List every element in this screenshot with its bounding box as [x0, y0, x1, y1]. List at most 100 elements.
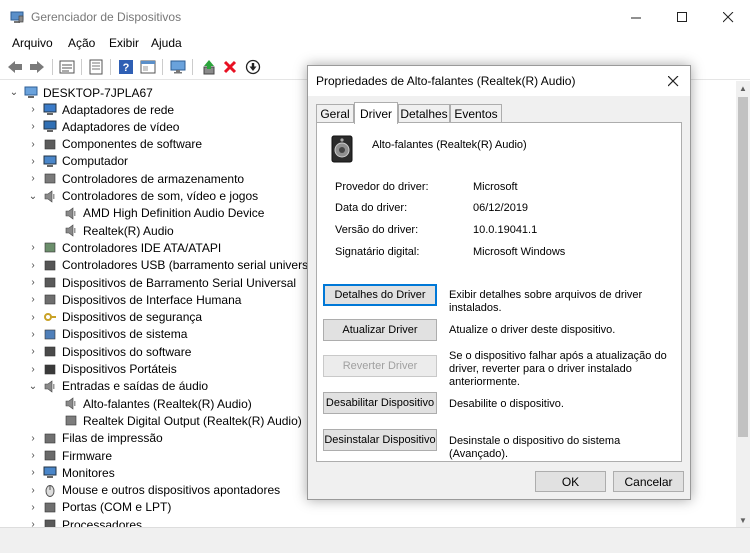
- tree-child-item[interactable]: Realtek Digital Output (Realtek(R) Audio…: [64, 412, 302, 429]
- tab-detalhes[interactable]: Detalhes: [398, 104, 450, 123]
- tree-root[interactable]: ⌄ DESKTOP-7JPLA67: [8, 84, 153, 101]
- tree-child-item[interactable]: AMD High Definition Audio Device: [64, 205, 264, 222]
- chevron-right-icon[interactable]: ›: [27, 259, 39, 271]
- chevron-down-icon[interactable]: ⌄: [27, 380, 39, 392]
- tab-eventos[interactable]: Eventos: [450, 104, 502, 123]
- scan-hardware-button[interactable]: [243, 57, 263, 77]
- tree-item-label: Firmware: [62, 448, 112, 463]
- toolbar-separator: [52, 59, 53, 75]
- tree-category-item[interactable]: › Controladores IDE ATA/ATAPI: [27, 239, 221, 256]
- close-icon: [667, 75, 678, 86]
- portable-device-icon: [44, 364, 56, 374]
- tree-item-label: Controladores de armazenamento: [62, 171, 245, 186]
- disable-device-button[interactable]: Desabilitar Dispositivo: [323, 392, 437, 414]
- menu-acao[interactable]: Ação: [68, 36, 95, 50]
- minimize-button[interactable]: [613, 0, 659, 34]
- tree-category-item[interactable]: ⌄ Entradas e saídas de áudio: [27, 378, 208, 395]
- scroll-down-icon[interactable]: ▼: [736, 513, 750, 527]
- vertical-scrollbar[interactable]: ▲ ▼: [736, 81, 750, 527]
- chevron-right-icon[interactable]: ›: [27, 173, 39, 185]
- back-arrow-icon: [8, 61, 22, 73]
- chevron-right-icon[interactable]: ›: [27, 501, 39, 513]
- chevron-right-icon[interactable]: ›: [27, 311, 39, 323]
- forward-button[interactable]: [27, 57, 47, 77]
- driver-details-button[interactable]: Detalhes do Driver: [323, 284, 437, 306]
- uninstall-device-button[interactable]: Desinstalar Dispositivo: [323, 429, 437, 451]
- tree-category-item[interactable]: › Dispositivos de sistema: [27, 326, 187, 343]
- roll-back-driver-button[interactable]: Reverter Driver: [323, 355, 437, 377]
- ide-controller-icon: [44, 243, 56, 253]
- update-driver-button[interactable]: Atualizar Driver: [323, 319, 437, 341]
- chevron-right-icon[interactable]: ›: [27, 467, 39, 479]
- menu-ajuda[interactable]: Ajuda: [151, 36, 182, 50]
- roll-back-driver-description: Se o dispositivo falhar após a atualizaç…: [449, 350, 667, 388]
- toolbar-separator: [81, 59, 82, 75]
- window-titlebar: Gerenciador de Dispositivos: [0, 0, 750, 34]
- toolbar-separator: [192, 59, 193, 75]
- hid-icon: [44, 294, 56, 305]
- scrollbar-thumb[interactable]: [738, 97, 748, 437]
- mouse-icon: [45, 484, 55, 497]
- tree-category-item[interactable]: › Controladores de armazenamento: [27, 170, 244, 187]
- tree-category-item[interactable]: › Computador: [27, 153, 128, 170]
- help-button[interactable]: ?: [116, 57, 136, 77]
- tree-item-label: Filas de impressão: [62, 431, 163, 446]
- scroll-up-icon[interactable]: ▲: [736, 81, 750, 95]
- chevron-right-icon[interactable]: ›: [27, 155, 39, 167]
- tree-category-item[interactable]: › Dispositivos do software: [27, 343, 191, 360]
- tree-category-item[interactable]: › Monitores: [27, 464, 114, 481]
- chevron-right-icon[interactable]: ›: [27, 328, 39, 340]
- tree-category-item[interactable]: › Dispositivos de Barramento Serial Unive…: [27, 274, 296, 291]
- chevron-right-icon[interactable]: ›: [27, 138, 39, 150]
- chevron-right-icon[interactable]: ›: [27, 121, 39, 133]
- list-view-button[interactable]: [86, 57, 106, 77]
- tab-geral[interactable]: Geral: [316, 104, 354, 123]
- chevron-right-icon[interactable]: ›: [27, 363, 39, 375]
- tree-child-item[interactable]: Alto-falantes (Realtek(R) Audio): [64, 395, 252, 412]
- tree-category-item[interactable]: › Firmware: [27, 447, 112, 464]
- chevron-down-icon[interactable]: ⌄: [27, 190, 39, 202]
- tree-category-item[interactable]: › Controladores USB (barramento serial un…: [27, 257, 321, 274]
- chevron-down-icon[interactable]: ⌄: [8, 87, 20, 99]
- tree-category-item[interactable]: › Adaptadores de rede: [27, 101, 174, 118]
- software-component-icon: [44, 139, 56, 149]
- uninstall-device-button[interactable]: [220, 57, 240, 77]
- dialog-close-button[interactable]: [662, 70, 684, 92]
- chevron-right-icon[interactable]: ›: [27, 104, 39, 116]
- ok-button[interactable]: OK: [535, 471, 606, 492]
- chevron-right-icon[interactable]: ›: [27, 346, 39, 358]
- chevron-right-icon[interactable]: ›: [27, 519, 39, 527]
- tree-category-item[interactable]: › Dispositivos Portáteis: [27, 361, 176, 378]
- tree-category-item[interactable]: › Processadores: [27, 516, 142, 527]
- tree-category-item[interactable]: › Dispositivos de Interface Humana: [27, 291, 241, 308]
- chevron-right-icon[interactable]: ›: [27, 484, 39, 496]
- menu-arquivo[interactable]: Arquivo: [12, 36, 53, 50]
- view-button[interactable]: [138, 57, 158, 77]
- close-button[interactable]: [705, 0, 750, 34]
- chevron-right-icon[interactable]: ›: [27, 277, 39, 289]
- menu-exibir[interactable]: Exibir: [109, 36, 139, 50]
- chevron-right-icon[interactable]: ›: [27, 432, 39, 444]
- tree-category-item[interactable]: ⌄ Controladores de som, vídeo e jogos: [27, 188, 258, 205]
- properties-button[interactable]: [57, 57, 77, 77]
- chevron-right-icon[interactable]: ›: [27, 294, 39, 306]
- forward-arrow-icon: [30, 61, 44, 73]
- tab-driver[interactable]: Driver: [354, 102, 398, 124]
- tree-category-item[interactable]: › Adaptadores de vídeo: [27, 118, 179, 135]
- back-button[interactable]: [5, 57, 25, 77]
- maximize-button[interactable]: [659, 0, 705, 34]
- update-driver-button[interactable]: [199, 57, 219, 77]
- chevron-right-icon[interactable]: ›: [27, 242, 39, 254]
- tree-category-item[interactable]: › Componentes de software: [27, 136, 202, 153]
- cancel-button[interactable]: Cancelar: [613, 471, 684, 492]
- tree-child-item[interactable]: Realtek(R) Audio: [64, 222, 174, 239]
- tree-category-item[interactable]: › Dispositivos de segurança: [27, 309, 202, 326]
- driver-details-description: Exibir detalhes sobre arquivos de driver…: [449, 289, 643, 314]
- usb-icon: [44, 260, 56, 270]
- monitor-button[interactable]: [168, 57, 188, 77]
- tree-category-item[interactable]: › Mouse e outros dispositivos apontadores: [27, 482, 280, 499]
- chevron-right-icon[interactable]: ›: [27, 450, 39, 462]
- tree-category-item[interactable]: › Portas (COM e LPT): [27, 499, 171, 516]
- list-icon: [89, 59, 103, 75]
- tree-category-item[interactable]: › Filas de impressão: [27, 430, 163, 447]
